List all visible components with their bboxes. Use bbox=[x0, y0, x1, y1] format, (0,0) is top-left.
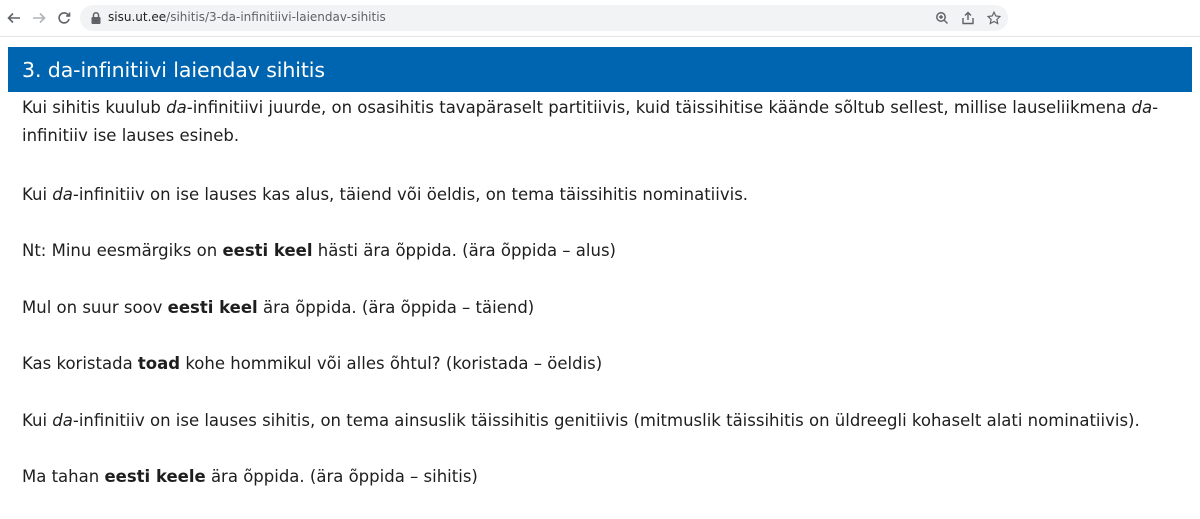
section-heading-band: 3. da-infinitiivi laiendav sihitis bbox=[8, 47, 1192, 92]
zoom-icon bbox=[936, 12, 948, 24]
text: ära õppida. (ära õppida – täiend) bbox=[257, 298, 535, 317]
page-content: 3. da-infinitiivi laiendav sihitis Kui s… bbox=[8, 36, 1192, 519]
text: Mul on suur soov bbox=[22, 298, 168, 317]
italic-text: da bbox=[166, 98, 187, 117]
italic-text: da bbox=[52, 411, 73, 430]
text: -infinitiivi juurde, on osasihitis tavap… bbox=[186, 98, 1132, 117]
paragraph-rule-genitive: Kui da-infinitiiv on ise lauses sihitis,… bbox=[22, 407, 1172, 435]
lock-icon bbox=[91, 11, 101, 24]
text: -infinitiiv on ise lauses kas alus, täie… bbox=[72, 185, 749, 204]
arrow-right-icon bbox=[33, 12, 46, 24]
arrow-left-icon bbox=[7, 12, 20, 24]
text: infinitiiv ise lauses esineb. bbox=[22, 126, 240, 145]
bold-text: eesti keel bbox=[167, 298, 258, 317]
share-button[interactable] bbox=[960, 10, 976, 26]
text: Nt: Minu eesmärgiks on bbox=[22, 241, 223, 260]
text: Kui bbox=[22, 185, 53, 204]
share-icon bbox=[962, 11, 974, 25]
page-title: 3. da-infinitiivi laiendav sihitis bbox=[22, 57, 325, 82]
bold-text: eesti keele bbox=[104, 467, 206, 486]
address-bar[interactable]: sisu.ut.ee/sihitis/3-da-infinitiivi-laie… bbox=[80, 5, 1008, 31]
bold-text: eesti keel bbox=[222, 241, 313, 260]
reload-icon bbox=[58, 12, 71, 24]
text: - bbox=[1152, 98, 1159, 117]
paragraph-rule-nominative: Kui da-infinitiiv on ise lauses kas alus… bbox=[22, 181, 1172, 209]
text: Kui sihitis kuulub bbox=[22, 98, 167, 117]
text: Kas koristada bbox=[22, 354, 138, 373]
text: Kui bbox=[22, 411, 53, 430]
paragraph-example-oeldis: Kas koristada toad kohe hommikul või all… bbox=[22, 350, 1172, 378]
paragraph-example-alus: Nt: Minu eesmärgiks on eesti keel hästi … bbox=[22, 237, 1172, 265]
url-text[interactable]: sisu.ut.ee/sihitis/3-da-infinitiivi-laie… bbox=[108, 10, 386, 24]
reload-button[interactable] bbox=[54, 8, 74, 28]
text: hästi ära õppida. (ära õppida – alus) bbox=[312, 241, 616, 260]
text: -infinitiiv on ise lauses sihitis, on te… bbox=[72, 411, 1140, 430]
back-button[interactable] bbox=[4, 8, 24, 28]
bookmark-button[interactable] bbox=[986, 10, 1002, 26]
text: kohe hommikul või alles õhtul? (koristad… bbox=[180, 354, 603, 373]
italic-text: da bbox=[52, 185, 73, 204]
browser-toolbar: sisu.ut.ee/sihitis/3-da-infinitiivi-laie… bbox=[0, 0, 1200, 37]
zoom-button[interactable] bbox=[934, 10, 950, 26]
paragraph-intro: Kui sihitis kuulub da-infinitiivi juurde… bbox=[22, 94, 1172, 150]
italic-text: da bbox=[1131, 98, 1153, 117]
url-host: sisu.ut.ee bbox=[108, 10, 167, 24]
paragraph-example-taiend: Mul on suur soov eesti keel ära õppida. … bbox=[22, 294, 1172, 322]
url-path: /sihitis/3-da-infinitiivi-laiendav-sihit… bbox=[166, 10, 386, 24]
text: ära õppida. (ära õppida – sihitis) bbox=[205, 467, 478, 486]
text: Ma tahan bbox=[22, 467, 105, 486]
star-icon bbox=[987, 11, 1001, 25]
bold-text: toad bbox=[137, 354, 181, 373]
forward-button[interactable] bbox=[29, 8, 49, 28]
paragraph-example-sihitis: Ma tahan eesti keele ära õppida. (ära õp… bbox=[22, 463, 1172, 491]
